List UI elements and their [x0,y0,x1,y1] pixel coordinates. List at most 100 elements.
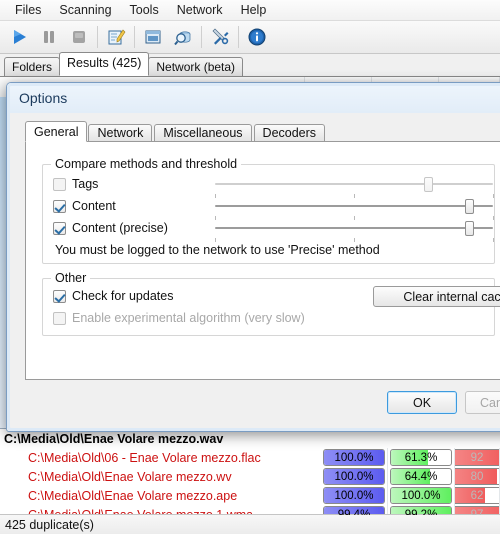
toolbar-separator [238,26,239,48]
result-bars: 99.4% 99.2% 97 [321,505,500,515]
slider-content-precise[interactable] [215,219,494,242]
progress-value: 62 [470,489,484,502]
result-path: C:\Media\Old\Enae Volare mezzo.ape [28,488,238,503]
checkbox-content-box[interactable] [53,199,66,213]
checkbox-tags-box[interactable] [53,177,66,191]
progress-value: 80 [470,470,484,483]
slider-content[interactable] [215,197,494,220]
progress-bar: 100.0% [323,449,385,466]
menu-item-network[interactable]: Network [168,1,232,20]
progress-value: 100.0% [334,489,374,502]
checkbox-content[interactable]: Content [53,197,116,215]
info-icon[interactable] [242,23,272,52]
checkbox-check-for-updates[interactable]: Check for updates [53,287,173,305]
main-tab-bar: Folders Results (425) Network (beta) [0,52,500,77]
table-row[interactable]: C:\Media\Old\06 - Enae Volare mezzo.flac… [0,448,500,467]
tab-network[interactable]: Network (beta) [148,57,244,76]
progress-value: 100.0% [401,489,441,502]
toolbar-separator [134,26,135,48]
progress-bar: 100.0% [390,487,452,504]
result-path: C:\Media\Old\Enae Volare mezzo.wv [28,469,232,484]
progress-value: 100.0% [334,470,374,483]
slider-tags-thumb[interactable] [423,177,433,192]
progress-value: 99.2% [404,508,438,516]
precise-method-note: You must be logged to the network to use… [55,243,380,257]
dialog-title: Options [19,90,68,106]
table-view-icon[interactable] [138,23,168,52]
dialog-title-bar: Options [7,83,500,113]
toolbar [0,21,500,54]
cell-metric-a: 100.0% [321,486,388,505]
clear-internal-cache-button[interactable]: Clear internal cache [373,286,500,307]
dialog-page-general: Compare methods and threshold Tags 75% C… [25,141,500,380]
cell-metric-a: 100.0% [321,448,388,467]
slider-content-precise-track [215,227,493,229]
slider-tags-track [215,183,493,185]
table-row[interactable]: C:\Media\Old\Enae Volare mezzo.ape 100.0… [0,486,500,505]
checkbox-content-label: Content [72,199,116,213]
checkbox-tags-label: Tags [72,177,99,191]
status-text: 425 duplicate(s) [5,517,94,532]
slider-content-thumb[interactable] [465,199,475,214]
dialog-body: General Network Miscellaneous Decoders C… [10,113,500,428]
progress-bar: 92 [455,449,499,466]
tab-general[interactable]: General [25,121,88,142]
progress-value: 100.0% [334,451,374,464]
menu-item-help[interactable]: Help [232,1,276,20]
compare-methods-title: Compare methods and threshold [51,157,242,171]
checkbox-experimental-algorithm-label: Enable experimental algorithm (very slow… [72,311,305,325]
table-row[interactable]: C:\Media\Old\Enae Volare mezzo.wv 100.0%… [0,467,500,486]
checkbox-check-for-updates-box[interactable] [53,289,66,303]
result-path: C:\Media\Old\06 - Enae Volare mezzo.flac [28,450,261,465]
tools-wrench-icon[interactable] [205,23,235,52]
menu-item-scanning[interactable]: Scanning [50,1,120,20]
result-bars: 100.0% 61.3% 92 [321,448,500,467]
progress-value: 99.4% [337,508,371,516]
menu-item-files[interactable]: Files [6,1,50,20]
edit-notepad-icon[interactable] [101,23,131,52]
compare-methods-group: Compare methods and threshold Tags 75% C… [42,157,495,264]
cell-metric-b: 100.0% [388,486,455,505]
menu-item-tools[interactable]: Tools [121,1,168,20]
cell-metric-c: 62 [455,486,500,505]
progress-value: 61.3% [404,451,438,464]
play-icon[interactable] [4,23,34,52]
stop-icon[interactable] [64,23,94,52]
cell-metric-c: 92 [455,448,500,467]
progress-value: 64.4% [404,470,438,483]
checkbox-content-precise-box[interactable] [53,221,66,235]
cell-metric-a: 100.0% [321,467,388,486]
checkbox-tags[interactable]: Tags [53,175,98,193]
progress-bar: 61.3% [390,449,452,466]
ok-button[interactable]: OK [387,391,457,414]
tab-miscellaneous[interactable]: Miscellaneous [154,124,252,142]
tab-network[interactable]: Network [88,124,153,142]
checkbox-content-precise[interactable]: Content (precise) [53,219,168,237]
cell-metric-c: 80 [455,467,500,486]
checkbox-content-precise-label: Content (precise) [72,221,168,235]
cancel-button[interactable]: Can [465,391,500,414]
slider-content-track [215,205,493,207]
slider-content-precise-thumb[interactable] [465,221,475,236]
results-list[interactable]: C:\Media\Old\Enae Volare mezzo.wav C:\Me… [0,428,500,515]
options-dialog: Options General Network Miscellaneous De… [6,82,500,432]
tab-decoders[interactable]: Decoders [253,124,326,142]
cell-metric-b: 64.4% [388,467,455,486]
tab-folders[interactable]: Folders [4,57,61,76]
other-group-title: Other [51,271,91,285]
progress-bar: 62 [455,487,499,504]
progress-bar: 64.4% [390,468,452,485]
pause-icon[interactable] [34,23,64,52]
progress-value: 97 [470,508,484,516]
progress-bar: 80 [455,468,499,485]
slider-tags[interactable] [215,175,494,198]
menu-bar: Files Scanning Tools Network Help [0,0,500,21]
tab-results[interactable]: Results (425) [59,52,150,76]
checkbox-experimental-algorithm-box[interactable] [53,311,66,325]
toolbar-separator [201,26,202,48]
cell-metric-b: 61.3% [388,448,455,467]
search-database-icon[interactable] [168,23,198,52]
toolbar-separator [97,26,98,48]
checkbox-experimental-algorithm[interactable]: Enable experimental algorithm (very slow… [53,309,305,327]
result-bars: 100.0% 100.0% 62 [321,486,500,505]
